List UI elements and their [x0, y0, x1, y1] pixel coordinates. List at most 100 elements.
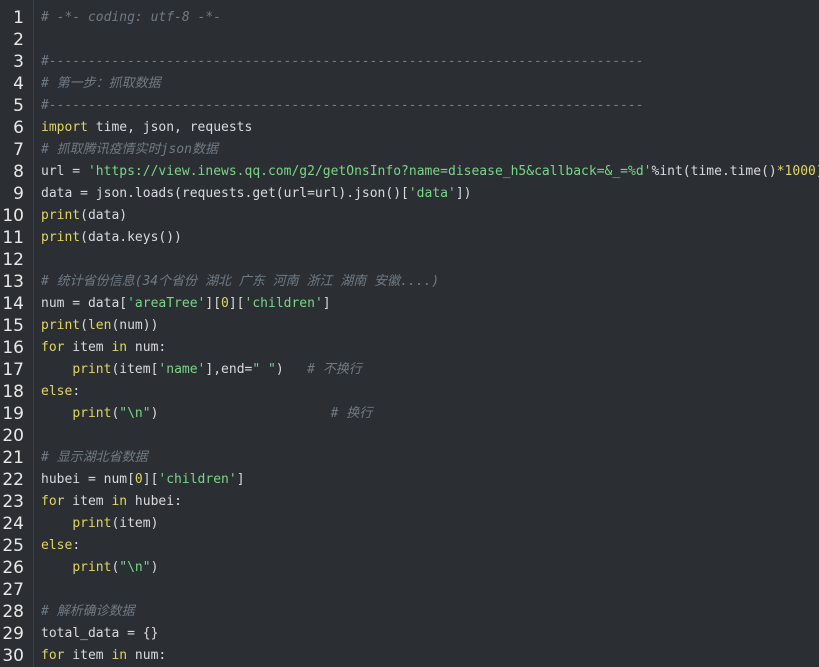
code-line[interactable]: 15 print(len(num)) [0, 315, 819, 337]
code-line[interactable]: 1 # -*- coding: utf-8 -*- [0, 7, 819, 29]
code-line[interactable]: 26 print("\n") [0, 557, 819, 579]
code-token-plain: num = data[ [41, 296, 128, 311]
code-line[interactable]: 10 print(data) [0, 205, 819, 227]
code-token-keyword: for [41, 494, 65, 509]
code-token-func: print [41, 318, 81, 333]
code-token-string: 'children' [158, 472, 237, 487]
code-token-comment: # 换行 [330, 406, 373, 421]
code-token-func: print [41, 230, 81, 245]
code-line[interactable]: 13 # 统计省份信息(34个省份 湖北 广东 河南 浙江 湖南 安徽....) [0, 271, 819, 293]
code-token-plain: total_data = {} [41, 626, 159, 641]
code-line[interactable]: 17 print(item['name'],end=" ") # 不换行 [0, 359, 819, 381]
code-line[interactable]: 11 print(data.keys()) [0, 227, 819, 249]
code-token-plain: : [72, 384, 81, 399]
code-text: data = json.loads(requests.get(url=url).… [41, 183, 471, 205]
line-number: 11 [2, 228, 24, 248]
code-token-comment: # -*- coding: utf-8 -*- [41, 10, 222, 25]
code-token-plain: hubei: [127, 494, 182, 509]
code-token-plain: item [64, 340, 112, 355]
code-text: total_data = {} [41, 623, 158, 645]
code-text: # 显示湖北省数据 [41, 447, 148, 469]
code-line[interactable]: 22 hubei = num[0]['children'] [0, 469, 819, 491]
code-token-plain: time, json, requests [87, 120, 253, 135]
code-line[interactable]: 24 print(item) [0, 513, 819, 535]
code-token-plain: data = json.loads(requests.get(url=url).… [41, 186, 409, 201]
code-line[interactable]: 27 [0, 579, 819, 601]
code-token-string: 'areaTree' [127, 296, 206, 311]
line-number: 16 [2, 338, 24, 358]
code-token-plain: ) [150, 406, 331, 421]
code-token-comment: # 统计省份信息(34个省份 湖北 广东 河南 浙江 湖南 安徽....) [41, 274, 440, 289]
code-line[interactable]: 7 # 抓取腾讯疫情实时json数据 [0, 139, 819, 161]
code-token-plain: num: [127, 648, 167, 663]
code-text: url = 'https://view.inews.qq.com/g2/getO… [41, 161, 819, 183]
code-text: # 抓取腾讯疫情实时json数据 [41, 139, 218, 161]
code-token-string: " " [252, 362, 276, 377]
line-number: 19 [2, 404, 24, 424]
code-token-string: 'https://view.inews.qq.com/g2/getOnsInfo… [87, 164, 652, 179]
code-line[interactable]: 12 [0, 249, 819, 271]
code-text: print(item['name'],end=" ") # 不换行 [41, 359, 362, 381]
code-line[interactable]: 25 else: [0, 535, 819, 557]
code-line[interactable]: 16 for item in num: [0, 337, 819, 359]
code-token-plain: (num)) [111, 318, 159, 333]
code-line[interactable]: 28 # 解析确诊数据 [0, 601, 819, 623]
line-number: 26 [2, 558, 24, 578]
line-number: 20 [2, 426, 24, 446]
code-editor[interactable]: 1 # -*- coding: utf-8 -*- 2 3 #-------------… [0, 0, 819, 667]
code-line[interactable]: 4 # 第一步：抓取数据 [0, 73, 819, 95]
code-line[interactable]: 8 url = 'https://view.inews.qq.com/g2/get… [0, 161, 819, 183]
code-text: # -*- coding: utf-8 -*- [41, 7, 221, 29]
code-line[interactable]: 2 [0, 29, 819, 51]
code-token-string: "\n" [119, 406, 151, 421]
line-number: 10 [2, 206, 24, 226]
code-text: print(data) [41, 205, 127, 227]
code-line[interactable]: 5 #--------------------------------------… [0, 95, 819, 117]
line-number: 29 [2, 624, 24, 644]
line-number: 28 [2, 602, 24, 622]
line-number: 24 [2, 514, 24, 534]
code-line[interactable]: 21 # 显示湖北省数据 [0, 447, 819, 469]
code-text: print(item) [41, 513, 158, 535]
code-line[interactable]: 18 else: [0, 381, 819, 403]
code-line[interactable]: 14 num = data['areaTree'][0]['children'] [0, 293, 819, 315]
code-token-keyword: for [41, 648, 65, 663]
code-text: #---------------------------------------… [41, 95, 644, 117]
line-number: 6 [13, 118, 24, 138]
code-line[interactable]: 9 data = json.loads(requests.get(url=url)… [0, 183, 819, 205]
line-number: 23 [2, 492, 24, 512]
code-line[interactable]: 29 total_data = {} [0, 623, 819, 645]
code-token-number: 0 [134, 472, 143, 487]
line-number: 17 [2, 360, 24, 380]
code-line[interactable]: 20 [0, 425, 819, 447]
line-number: 14 [2, 294, 24, 314]
code-token-plain: ]) [455, 186, 472, 201]
code-token-keyword: else [41, 384, 73, 399]
code-text: print(len(num)) [41, 315, 158, 337]
code-text: print("\n") [41, 557, 158, 579]
code-token-number: *1000 [776, 164, 816, 179]
code-line[interactable]: 23 for item in hubei: [0, 491, 819, 513]
line-number: 27 [2, 580, 24, 600]
code-text: else: [41, 535, 80, 557]
code-line[interactable]: 6 import time, json, requests [0, 117, 819, 139]
line-number: 22 [2, 470, 24, 490]
code-line[interactable]: 3 #--------------------------------------… [0, 51, 819, 73]
code-line[interactable]: 19 print("\n") # 换行 [0, 403, 819, 425]
line-number: 12 [2, 250, 24, 270]
code-text: #---------------------------------------… [41, 51, 644, 73]
code-token-comment: # 解析确诊数据 [41, 604, 135, 619]
line-number: 18 [2, 382, 24, 402]
code-text: else: [41, 381, 80, 403]
line-number: 3 [13, 52, 24, 72]
code-token-plain: ) [275, 362, 308, 377]
code-text: import time, json, requests [41, 117, 252, 139]
line-number: 1 [13, 8, 24, 28]
code-token-plain: hubei = num[ [41, 472, 135, 487]
code-token-plain: ] [236, 472, 245, 487]
code-token-plain: (item[ [111, 362, 159, 377]
code-line[interactable]: 30 for item in num: [0, 645, 819, 667]
